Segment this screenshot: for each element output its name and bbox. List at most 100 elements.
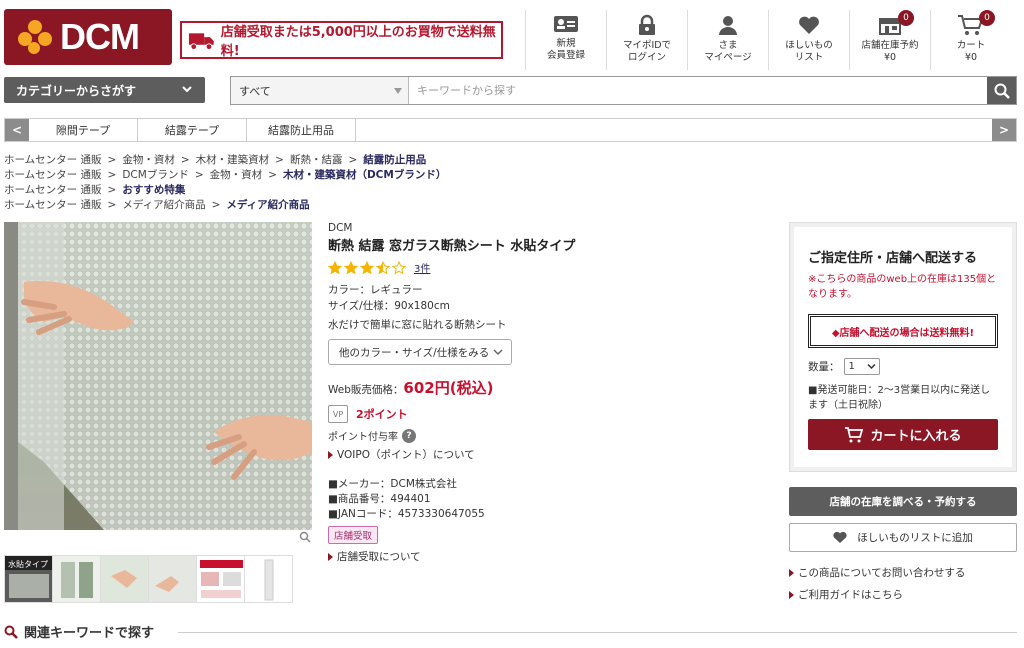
add-to-wishlist-label: ほしいものリストに追加 (857, 532, 973, 544)
product-brand: DCM (328, 222, 353, 234)
zoom-icon[interactable] (299, 531, 311, 543)
thumbnail[interactable]: 水貼タイプ (4, 555, 53, 603)
tab-condensation-tape[interactable]: 結露テープ (138, 119, 247, 141)
guide-link[interactable]: ご利用ガイドはこちら (789, 587, 903, 602)
nav-wishlist[interactable]: ほしいもの リスト (768, 10, 849, 70)
web-stock-note: ※こちらの商品のweb上の在庫は135個となります。 (808, 274, 997, 300)
guide-link-label: ご利用ガイドはこちら (798, 589, 903, 601)
point-rate: ポイント付与率 ? (328, 428, 768, 443)
check-store-stock-button[interactable]: 店舗の在庫を調べる・予約する (789, 487, 1017, 516)
truck-icon (188, 33, 214, 51)
free-shipping-note: ◆店舗へ配送の場合は送料無料! (808, 314, 998, 348)
breadcrumb: ホームセンター 通販 > 金物・資材 > 木材・建築資材 > 断熱・結露 > 結露防止用品 ホー… (4, 153, 446, 213)
breadcrumb-current: メディア紹介商品 (226, 199, 310, 211)
tab-condensation-prevention[interactable]: 結露防止用品 (247, 119, 356, 141)
panel-title: ご指定住所・店舗へ配送する (808, 251, 978, 266)
product-main-image[interactable] (4, 222, 312, 530)
breadcrumb-line: ホームセンター 通販 > DCMブランド > 金物・資材 > 木材・建築資材（DCMブランド… (4, 169, 447, 181)
voipo-link[interactable]: VOIPO（ポイント）について (328, 447, 768, 462)
nav-store-line1: 店舗在庫予約 (861, 40, 919, 51)
tab-gap-tape[interactable]: 隙間テープ (29, 119, 138, 141)
nav-store-reservation[interactable]: 0 店舗在庫予約 ¥0 (849, 10, 930, 70)
quantity-value: 1 (848, 361, 855, 372)
thumbnail[interactable] (148, 555, 197, 603)
breadcrumb-link[interactable]: ホームセンター 通販 (4, 169, 102, 181)
quantity-select[interactable]: 1 (843, 358, 880, 375)
product-title: 断熱 結露 窓ガラス断熱シート 水貼タイプ (328, 239, 576, 254)
header-nav: 新規 会員登録 マイポIDで ログイン さま マイページ ほしいもの リスト 0… (525, 10, 1011, 70)
voipo-link-label: VOIPO（ポイント）について (337, 449, 475, 461)
thumbnail[interactable] (52, 555, 101, 603)
lock-icon (639, 14, 655, 35)
logo-text: DCM (60, 16, 140, 57)
breadcrumb-link[interactable]: 金物・資材 (122, 154, 175, 166)
store-pickup-link[interactable]: 店舗受取について (328, 549, 768, 564)
store-pickup-link-label: 店舗受取について (337, 551, 421, 563)
divider (178, 632, 1017, 633)
dcm-logo[interactable]: DCM (4, 9, 172, 65)
breadcrumb-link[interactable]: ホームセンター 通販 (4, 154, 102, 166)
breadcrumb-link[interactable]: ホームセンター 通販 (4, 199, 102, 211)
chevron-down-icon (866, 363, 876, 370)
search-bar: すべて (230, 76, 1017, 105)
rating: 3件 (328, 260, 768, 275)
search-scope-value: すべて (239, 84, 271, 98)
variant-button[interactable]: 他のカラー・サイズ/仕様をみる (328, 339, 512, 365)
nav-login[interactable]: マイポIDで ログイン (606, 10, 687, 70)
category-button-label: カテゴリーからさがす (16, 83, 137, 98)
nav-cart-line2: ¥0 (964, 52, 978, 63)
add-to-cart-label: カートに入れる (870, 429, 962, 444)
logo-dots-icon (18, 20, 52, 54)
breadcrumb-line: ホームセンター 通販 > おすすめ特集 (4, 184, 186, 196)
keyword-tabs: < 隙間テープ 結露テープ 結露防止用品 > (4, 118, 1017, 142)
breadcrumb-link[interactable]: メディア紹介商品 (122, 199, 205, 211)
nav-wishlist-line2: リスト (794, 52, 824, 63)
heart-icon (799, 16, 819, 34)
thumbnail[interactable] (244, 555, 293, 603)
product-item-number: ■商品番号：494401 (328, 493, 431, 505)
nav-register-line1: 新規 (556, 38, 576, 49)
breadcrumb-line: ホームセンター 通販 > 金物・資材 > 木材・建築資材 > 断熱・結露 > 結露防止用品 (4, 154, 427, 166)
nav-cart[interactable]: 0 カート ¥0 (930, 10, 1011, 70)
purchase-panel-inner: ご指定住所・店舗へ配送する ※こちらの商品のweb上の在庫は135個となります。… (794, 227, 1012, 467)
free-shipping-banner[interactable]: 店舗受取または5,000円以上のお買物で送料無料! (180, 21, 503, 59)
breadcrumb-current: おすすめ特集 (122, 184, 186, 196)
user-icon (719, 16, 737, 35)
help-icon[interactable]: ? (402, 428, 416, 443)
thumbnail-strip: 水貼タイプ (4, 555, 293, 603)
breadcrumb-link[interactable]: 木材・建築資材 (196, 154, 270, 166)
thumbnail[interactable] (196, 555, 245, 603)
inquiry-link-label: この商品についてお問い合わせする (798, 567, 966, 579)
member-card-icon (554, 16, 578, 32)
breadcrumb-link[interactable]: ホームセンター 通販 (4, 184, 102, 196)
add-to-wishlist-button[interactable]: ほしいものリストに追加 (789, 523, 1017, 552)
breadcrumb-link[interactable]: DCMブランド (122, 169, 188, 181)
breadcrumb-link[interactable]: 金物・資材 (210, 169, 263, 181)
triangle-right-icon (328, 552, 333, 561)
store-badge-count: 0 (898, 10, 914, 26)
inquiry-link[interactable]: この商品についてお問い合わせする (789, 565, 965, 580)
breadcrumb-link[interactable]: 断熱・結露 (290, 154, 343, 166)
dropdown-arrow-icon (394, 88, 402, 94)
points-value: 2ポイント (356, 408, 408, 421)
product-color: カラー：レギュラー (328, 284, 423, 296)
nav-mypage-line2: マイページ (704, 52, 752, 63)
category-search-button[interactable]: カテゴリーからさがす (4, 77, 205, 103)
product-info: DCM 断熱 結露 窓ガラス断熱シート 水貼タイプ 3件 カラー：レギュラー サ… (328, 222, 768, 564)
search-input[interactable] (409, 77, 987, 104)
review-count-link[interactable]: 3件 (414, 260, 430, 275)
nav-mypage-line1: さま (718, 40, 738, 51)
nav-mypage[interactable]: さま マイページ (687, 10, 768, 70)
add-to-cart-button[interactable]: カートに入れる (808, 419, 998, 450)
tabs-prev-button[interactable]: < (5, 119, 29, 141)
search-button[interactable] (987, 77, 1016, 104)
heart-icon (833, 531, 847, 543)
related-keywords-title: 関連キーワードで探す (24, 626, 155, 641)
thumbnail[interactable] (100, 555, 149, 603)
nav-register[interactable]: 新規 会員登録 (525, 10, 606, 70)
search-scope-select[interactable]: すべて (231, 77, 409, 104)
shipping-date-note: ■発送可能日：2〜3営業日以内に発送します（土日祝除） (808, 385, 991, 411)
triangle-right-icon (789, 590, 794, 599)
price-label: Web販売価格： (328, 384, 404, 396)
tabs-next-button[interactable]: > (992, 119, 1016, 141)
